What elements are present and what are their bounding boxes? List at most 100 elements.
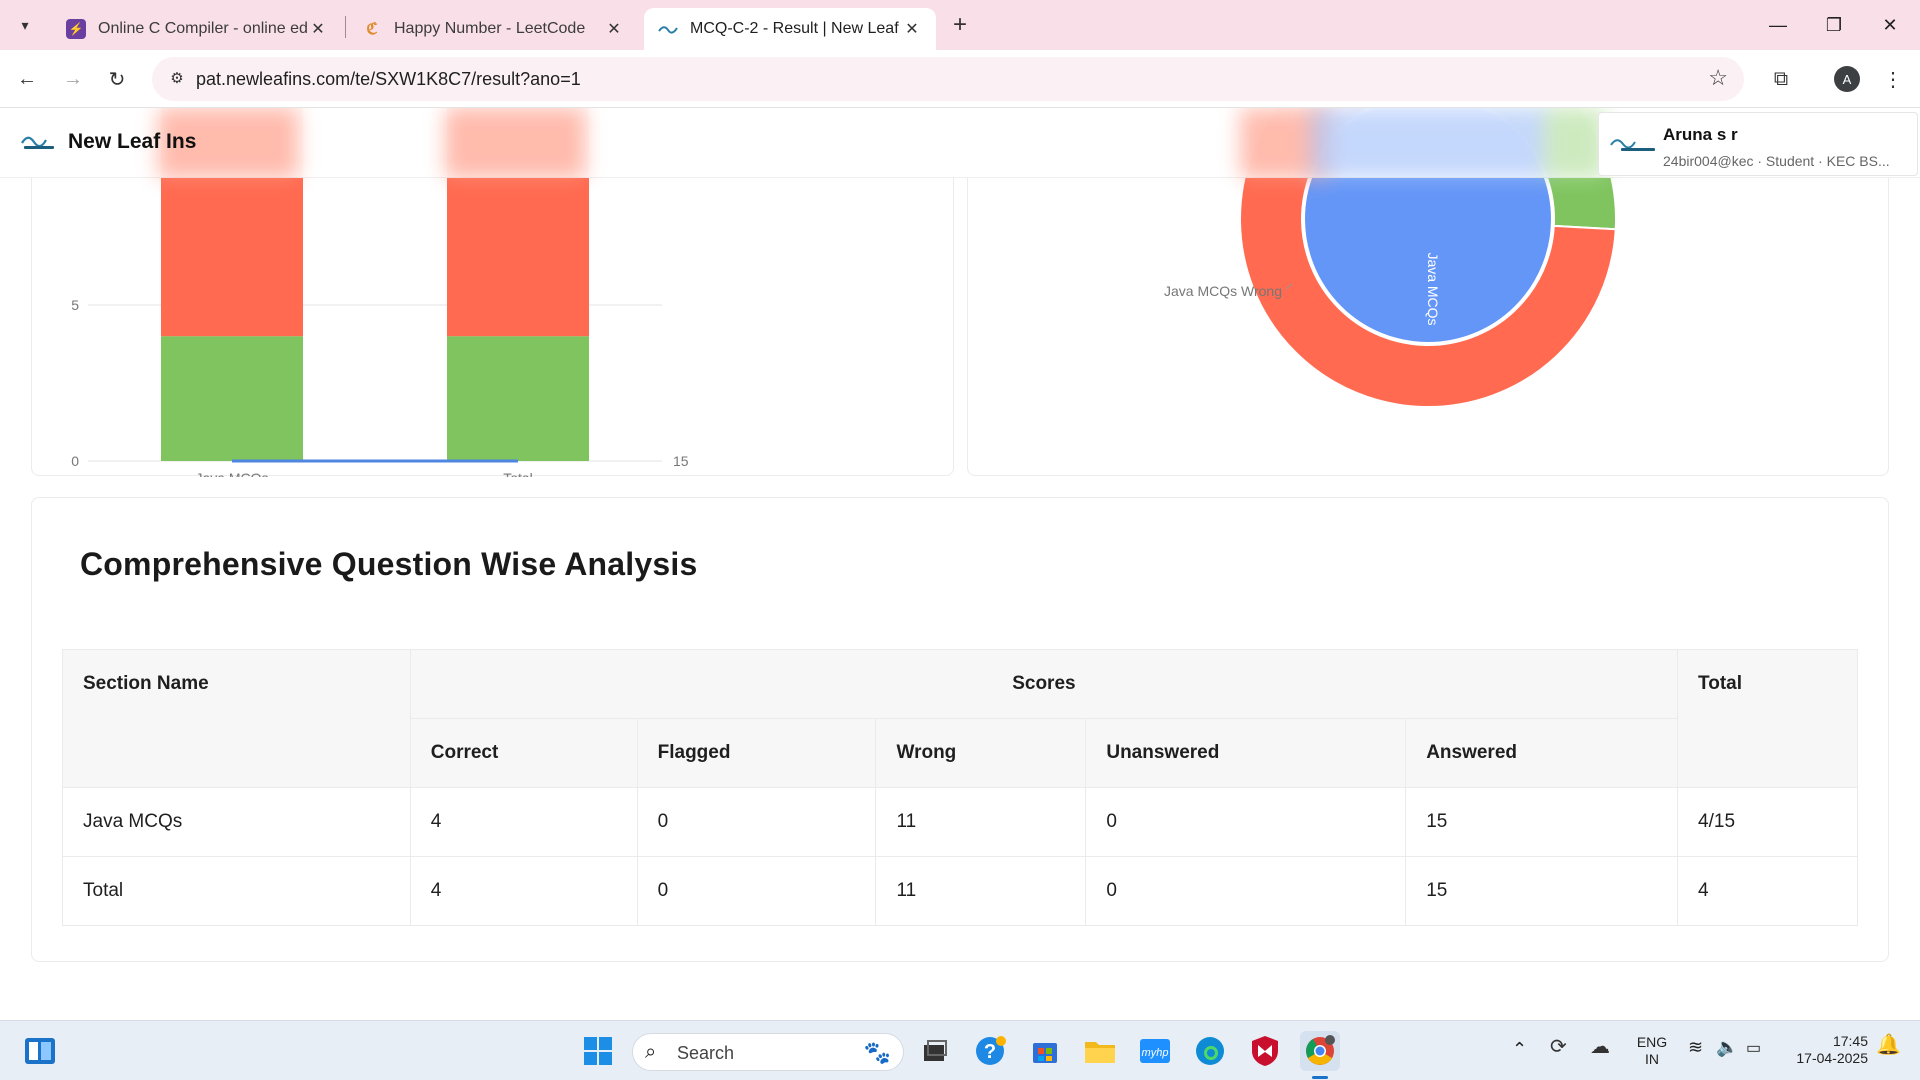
header-answered: Answered bbox=[1405, 718, 1679, 788]
clock[interactable]: 17:45 17-04-2025 bbox=[1778, 1033, 1868, 1067]
y-tick-label: 0 bbox=[71, 453, 79, 469]
close-icon[interactable]: ✕ bbox=[308, 19, 328, 39]
language-indicator[interactable]: ENG IN bbox=[1632, 1034, 1672, 1068]
new-leaf-logo-icon bbox=[21, 136, 54, 149]
window-close-icon[interactable]: ✕ bbox=[1862, 0, 1918, 50]
cell-unanswered: 0 bbox=[1085, 787, 1407, 857]
y-tick-label: 5 bbox=[71, 297, 79, 313]
menu-kebab-icon[interactable]: ⋮ bbox=[1876, 62, 1910, 96]
user-name: Aruna s r bbox=[1663, 125, 1738, 144]
address-bar[interactable]: ⚙ pat.newleafins.com/te/SXW1K8C7/result?… bbox=[152, 57, 1744, 101]
cell-correct: 4 bbox=[409, 787, 638, 857]
outer-slice-label: Java MCQs Wrong bbox=[1164, 283, 1282, 299]
search-label: Search bbox=[677, 1043, 735, 1063]
avatar: A bbox=[1834, 66, 1860, 92]
widgets-icon[interactable] bbox=[20, 1031, 60, 1071]
battery-icon[interactable]: ▭ bbox=[1746, 1040, 1761, 1057]
header-flagged: Flagged bbox=[636, 718, 877, 788]
leetcode-icon: ℭ bbox=[366, 21, 378, 38]
analysis-table: Section Name Scores Total Correct Flagge… bbox=[62, 649, 1858, 926]
chrome-icon[interactable] bbox=[1300, 1031, 1340, 1071]
x-tick-label: Java MCQs bbox=[195, 470, 268, 477]
new-tab-button[interactable]: + bbox=[945, 11, 975, 41]
close-icon[interactable]: ✕ bbox=[604, 19, 624, 39]
svg-text:myhp: myhp bbox=[1142, 1047, 1169, 1059]
y-right-tick-label: 15 bbox=[673, 453, 689, 469]
header-section-name: Section Name bbox=[62, 649, 411, 788]
page-content: 0 5 15 Java MCQs Total Java MCQs Java MCQs Wr… bbox=[0, 108, 1920, 1020]
edge-browser-icon[interactable] bbox=[1190, 1031, 1230, 1071]
tab-mcq-result[interactable]: MCQ-C-2 - Result | New Leaf In ✕ bbox=[644, 8, 936, 50]
restore-icon[interactable]: ❐ bbox=[1806, 0, 1862, 50]
inner-slice-label: Java MCQs bbox=[1425, 252, 1441, 325]
user-profile-card[interactable]: Aruna s r 24bir004@kec · Student · KEC B… bbox=[1598, 112, 1918, 176]
profile-avatar-button[interactable]: A bbox=[1830, 62, 1864, 96]
cell-wrong: 11 bbox=[875, 856, 1087, 926]
time: 17:45 bbox=[1832, 1033, 1868, 1049]
region-code: IN bbox=[1645, 1051, 1659, 1067]
new-leaf-logo-icon bbox=[1610, 139, 1655, 151]
back-arrow-icon[interactable]: ← bbox=[10, 62, 44, 96]
table-row: Java MCQs 4 0 11 0 15 4/15 bbox=[62, 787, 1858, 857]
brand[interactable]: New Leaf Ins bbox=[20, 130, 196, 154]
section-title: Comprehensive Question Wise Analysis bbox=[80, 546, 698, 582]
site-info-icon[interactable]: ⚙ bbox=[166, 68, 188, 90]
help-icon[interactable]: ? bbox=[970, 1031, 1010, 1071]
search-icon: ⌕ bbox=[645, 1041, 657, 1063]
chart-overlap-blur bbox=[1545, 108, 1605, 178]
tab-divider bbox=[345, 16, 346, 38]
header-scores: Scores bbox=[409, 649, 1679, 719]
bookmark-star-icon[interactable]: ☆ bbox=[1708, 65, 1728, 91]
header-total: Total bbox=[1677, 649, 1858, 788]
header-unanswered: Unanswered bbox=[1085, 718, 1407, 788]
microsoft-store-icon[interactable] bbox=[1025, 1031, 1065, 1071]
cell-correct: 4 bbox=[409, 856, 638, 926]
myhp-icon[interactable]: myhp bbox=[1135, 1031, 1175, 1071]
language-code: ENG bbox=[1636, 1034, 1668, 1050]
windows-taskbar: ⌕ Search 🐾 ? myhp ⌃ ⟳ ☁ ENG IN ≋ 🔈 ▭ 17:… bbox=[0, 1020, 1920, 1080]
cell-flagged: 0 bbox=[636, 787, 877, 857]
notification-bell-icon[interactable]: 🔔 bbox=[1876, 1035, 1901, 1055]
tab-search-chevron-icon[interactable]: ▾ bbox=[10, 10, 40, 40]
wifi-icon[interactable]: ≋ bbox=[1688, 1038, 1703, 1056]
app-header: New Leaf Ins Aruna s r 24bir004@kec · St… bbox=[0, 108, 1920, 178]
active-app-indicator bbox=[1312, 1076, 1328, 1079]
table-header-row: Section Name Scores Total bbox=[62, 649, 1858, 788]
file-explorer-icon[interactable] bbox=[1080, 1031, 1120, 1071]
cell-wrong: 11 bbox=[875, 787, 1087, 857]
cell-unanswered: 0 bbox=[1085, 856, 1407, 926]
cell-total: 4 bbox=[1677, 856, 1858, 926]
cell-answered: 15 bbox=[1405, 856, 1679, 926]
cell-total: 4/15 bbox=[1677, 787, 1858, 857]
bar-segment[interactable] bbox=[447, 336, 589, 461]
extensions-puzzle-icon[interactable]: ⧉ bbox=[1764, 62, 1798, 96]
mcafee-icon[interactable] bbox=[1245, 1031, 1285, 1071]
volume-icon[interactable]: 🔈 bbox=[1716, 1038, 1738, 1056]
x-tick-label: Total bbox=[503, 470, 533, 477]
tab-title: Happy Number - LeetCode bbox=[394, 20, 586, 37]
onedrive-cloud-icon[interactable]: ☁ bbox=[1590, 1037, 1610, 1057]
cell-section-name: Total bbox=[62, 856, 411, 926]
task-view-icon[interactable] bbox=[915, 1031, 955, 1071]
chart-overlap-blur bbox=[1310, 108, 1550, 178]
close-icon[interactable]: ✕ bbox=[902, 19, 922, 39]
sync-icon[interactable]: ⟳ bbox=[1550, 1037, 1567, 1057]
minimize-icon[interactable]: — bbox=[1750, 0, 1806, 50]
brand-name: New Leaf Ins bbox=[68, 130, 197, 153]
url-text[interactable]: pat.newleafins.com/te/SXW1K8C7/result?an… bbox=[196, 69, 581, 90]
windows-start-icon[interactable] bbox=[578, 1031, 618, 1071]
search-highlight-icon: 🐾 bbox=[863, 1040, 891, 1065]
date: 17-04-2025 bbox=[1796, 1050, 1868, 1066]
taskbar-search[interactable]: ⌕ Search 🐾 bbox=[632, 1033, 904, 1071]
table-row: Total 4 0 11 0 15 4 bbox=[62, 856, 1858, 926]
reload-icon[interactable]: ↻ bbox=[100, 62, 134, 96]
forward-arrow-icon[interactable]: → bbox=[56, 62, 90, 96]
new-leaf-logo-icon bbox=[658, 19, 678, 39]
bar-segment[interactable] bbox=[161, 336, 303, 461]
browser-toolbar: ← → ↻ ⚙ pat.newleafins.com/te/SXW1K8C7/r… bbox=[0, 50, 1920, 108]
tab-online-c-compiler[interactable]: ⚡ Online C Compiler - online edit ✕ bbox=[52, 8, 342, 50]
tab-title: MCQ-C-2 - Result | New Leaf In bbox=[690, 20, 902, 37]
header-wrong: Wrong bbox=[875, 718, 1087, 788]
tab-happy-number[interactable]: ℭ Happy Number - LeetCode ✕ bbox=[348, 8, 638, 50]
show-hidden-icons-chevron-icon[interactable]: ⌃ bbox=[1512, 1040, 1527, 1058]
